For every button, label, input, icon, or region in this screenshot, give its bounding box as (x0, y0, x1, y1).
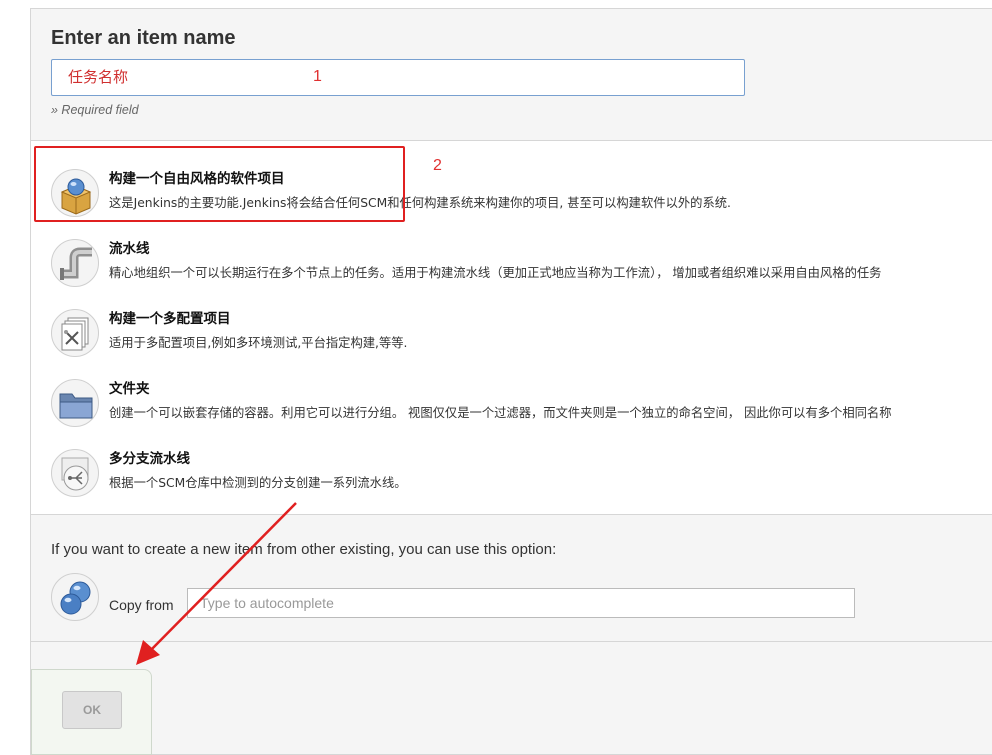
item-label: 多分支流水线 (109, 451, 190, 467)
item-description: 创建一个可以嵌套存储的容器。利用它可以进行分组。 视图仅仅是一个过滤器，而文件夹… (109, 406, 892, 420)
item-label: 流水线 (109, 241, 150, 257)
multi-config-icon (51, 309, 99, 357)
copy-from-section: If you want to create a new item from ot… (31, 515, 992, 642)
new-item-panel: Enter an item name » Required field 构建一个… (30, 8, 992, 755)
ok-button[interactable]: OK (62, 691, 122, 729)
item-description: 这是Jenkins的主要功能.Jenkins将会结合任何SCM和任何构建系统来构… (109, 196, 731, 210)
pipe-icon (51, 239, 99, 287)
page-title: Enter an item name (51, 27, 236, 49)
item-description: 根据一个SCM仓库中检测到的分支创建一系列流水线。 (109, 476, 407, 490)
required-field-note: » Required field (51, 103, 139, 117)
annotation-number-1: 1 (313, 68, 322, 85)
copy-from-input[interactable] (187, 588, 855, 618)
copy-from-hint: If you want to create a new item from ot… (51, 541, 557, 558)
package-box-icon (51, 169, 99, 217)
item-name-input[interactable] (51, 59, 745, 96)
copy-from-label: Copy from (109, 597, 174, 613)
folder-icon (51, 379, 99, 427)
item-name-section: Enter an item name » Required field (31, 9, 992, 141)
item-description: 精心地组织一个可以长期运行在多个节点上的任务。适用于构建流水线（更加正式地应当称… (109, 266, 882, 280)
branch-icon (51, 449, 99, 497)
item-type-multibranch[interactable]: 多分支流水线 根据一个SCM仓库中检测到的分支创建一系列流水线。 (51, 445, 992, 507)
annotation-number-2: 2 (433, 157, 442, 174)
item-type-list: 构建一个自由风格的软件项目 这是Jenkins的主要功能.Jenkins将会结合… (31, 141, 992, 515)
copy-spheres-icon (51, 573, 99, 621)
item-type-pipeline[interactable]: 流水线 精心地组织一个可以长期运行在多个节点上的任务。适用于构建流水线（更加正式… (51, 235, 992, 297)
item-label: 文件夹 (109, 381, 150, 397)
item-label: 构建一个自由风格的软件项目 (109, 171, 285, 187)
item-type-multi-config[interactable]: 构建一个多配置项目 适用于多配置项目,例如多环境测试,平台指定构建,等等. (51, 305, 992, 367)
item-label: 构建一个多配置项目 (109, 311, 231, 327)
item-description: 适用于多配置项目,例如多环境测试,平台指定构建,等等. (109, 336, 408, 350)
item-type-folder[interactable]: 文件夹 创建一个可以嵌套存储的容器。利用它可以进行分组。 视图仅仅是一个过滤器，… (51, 375, 992, 437)
item-type-freestyle[interactable]: 构建一个自由风格的软件项目 这是Jenkins的主要功能.Jenkins将会结合… (51, 165, 992, 227)
